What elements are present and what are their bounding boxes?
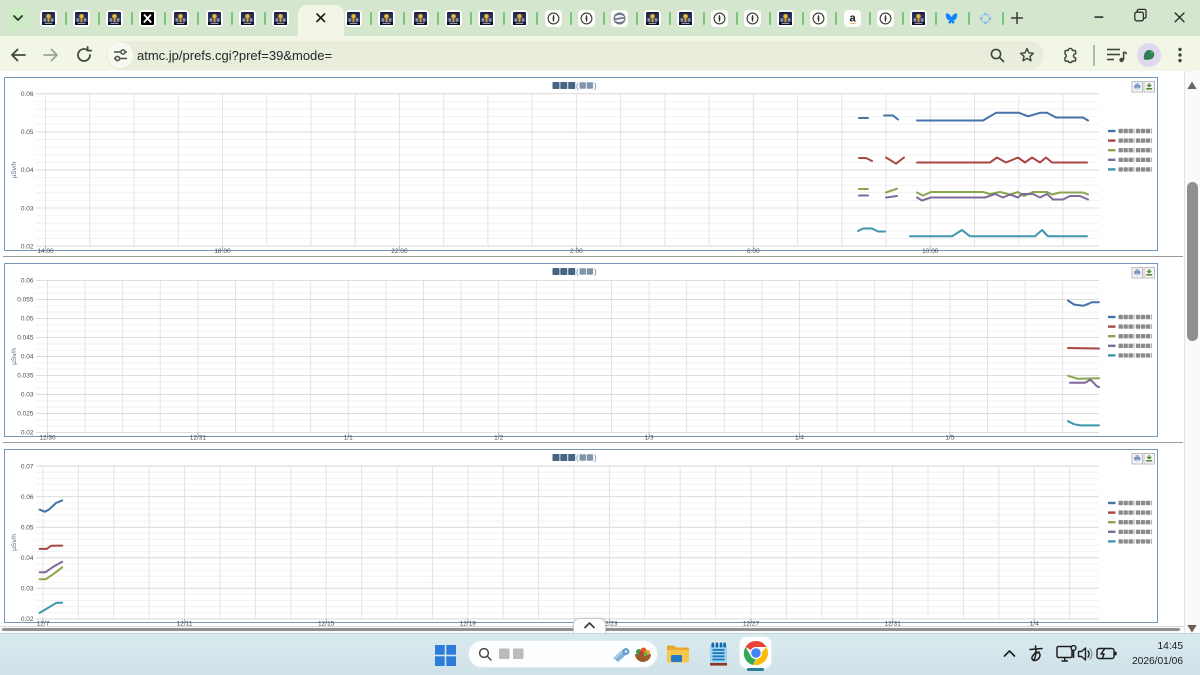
svg-text:0.03: 0.03: [21, 392, 34, 399]
svg-text:1/3: 1/3: [645, 434, 654, 441]
svg-text:(: (: [576, 82, 579, 91]
svg-text:): ): [594, 268, 597, 277]
svg-text:6:00: 6:00: [747, 248, 760, 255]
svg-text:0.04: 0.04: [21, 555, 34, 562]
svg-text:0.02: 0.02: [21, 243, 34, 250]
svg-text:0.07: 0.07: [21, 463, 34, 470]
svg-text:µSv/h: µSv/h: [11, 534, 18, 551]
svg-text:0.06: 0.06: [21, 91, 34, 98]
svg-text:): ): [594, 454, 597, 463]
svg-text:0.05: 0.05: [21, 524, 34, 531]
svg-text:0.045: 0.045: [17, 335, 34, 342]
svg-text:18:00: 18:00: [214, 248, 231, 255]
svg-text:0.035: 0.035: [17, 373, 34, 380]
svg-text:12/30: 12/30: [39, 434, 56, 441]
svg-text:0.055: 0.055: [17, 297, 34, 304]
svg-text:(: (: [576, 454, 579, 463]
svg-text:12/31: 12/31: [190, 434, 207, 441]
svg-text:0.04: 0.04: [21, 167, 34, 174]
svg-text:0.06: 0.06: [21, 278, 34, 285]
svg-text:1/1: 1/1: [344, 434, 353, 441]
svg-text:10:00: 10:00: [922, 248, 939, 255]
svg-text:(: (: [576, 268, 579, 277]
svg-text:0.02: 0.02: [21, 616, 34, 623]
svg-text:0.04: 0.04: [21, 354, 34, 361]
svg-text:14:00: 14:00: [37, 248, 54, 255]
svg-text:22:00: 22:00: [391, 248, 408, 255]
svg-text:): ): [594, 82, 597, 91]
svg-text:0.025: 0.025: [17, 411, 34, 418]
svg-text:0.05: 0.05: [21, 129, 34, 136]
svg-text:0.02: 0.02: [21, 430, 34, 437]
svg-text:2:00: 2:00: [570, 248, 583, 255]
svg-text:1/2: 1/2: [494, 434, 503, 441]
svg-text:1/4: 1/4: [795, 434, 804, 441]
svg-text:0.03: 0.03: [21, 586, 34, 593]
svg-text:0.05: 0.05: [21, 316, 34, 323]
svg-text:µSv/h: µSv/h: [11, 161, 18, 178]
svg-text:µSv/h: µSv/h: [11, 348, 18, 365]
svg-text:0.06: 0.06: [21, 494, 34, 501]
svg-text:1/5: 1/5: [945, 434, 954, 441]
svg-text:0.03: 0.03: [21, 205, 34, 212]
